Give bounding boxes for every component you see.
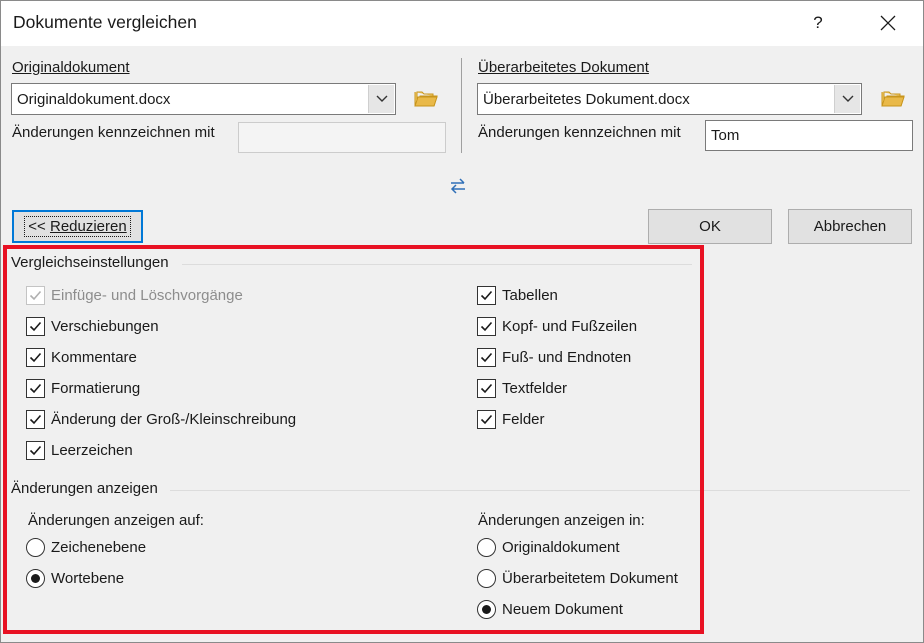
- revised-document-combo[interactable]: Überarbeitetes Dokument.docx: [477, 83, 862, 115]
- chevron-down-icon[interactable]: [368, 85, 394, 113]
- revised-document-value: Überarbeitetes Dokument.docx: [483, 91, 690, 108]
- checkbox-kommentare[interactable]: [26, 348, 45, 367]
- show-changes-target-label: Änderungen anzeigen in:: [478, 512, 645, 529]
- swap-arrows-icon: [450, 178, 465, 194]
- checkmark-icon: [480, 352, 493, 363]
- checkbox-verschiebungen[interactable]: [26, 317, 45, 336]
- checkmark-icon: [29, 445, 42, 456]
- checkbox-label-tabellen: Tabellen: [502, 287, 558, 304]
- checkbox-textfelder[interactable]: [477, 379, 496, 398]
- revised-mark-value: Tom: [711, 127, 740, 144]
- checkbox-leerzeichen[interactable]: [26, 441, 45, 460]
- dialog-title: Dokumente vergleichen: [13, 12, 197, 32]
- checkmark-icon: [480, 414, 493, 425]
- checkbox-tabellen[interactable]: [477, 286, 496, 305]
- help-icon: ?: [813, 13, 823, 32]
- section-divider: [461, 58, 462, 153]
- checkmark-icon: [480, 290, 493, 301]
- close-button[interactable]: [865, 0, 911, 46]
- radio-label-überarbeitetem-dokument: Überarbeitetem Dokument: [502, 570, 678, 587]
- comparison-settings-heading: Vergleichseinstellungen: [11, 254, 169, 271]
- folder-open-icon: [414, 91, 438, 107]
- checkmark-icon: [480, 321, 493, 332]
- revised-browse-button[interactable]: [880, 87, 906, 113]
- help-button[interactable]: ?: [795, 0, 841, 46]
- radio-selected-dot: [31, 574, 40, 583]
- radio-überarbeitetem-dokument[interactable]: [477, 569, 496, 588]
- show-changes-heading: Änderungen anzeigen: [11, 480, 158, 497]
- checkbox-label-kommentare: Kommentare: [51, 349, 137, 366]
- checkbox-label-einfüge-und-löschvorgänge: Einfüge- und Löschvorgänge: [51, 287, 243, 304]
- checkbox-fuß-und-endnoten[interactable]: [477, 348, 496, 367]
- radio-zeichenebene[interactable]: [26, 538, 45, 557]
- checkbox-änderung-der-groß-kleinschreibung[interactable]: [26, 410, 45, 429]
- ok-button[interactable]: OK: [648, 209, 772, 244]
- radio-neuem-dokument[interactable]: [477, 600, 496, 619]
- original-browse-button[interactable]: [413, 87, 439, 113]
- radio-label-originaldokument: Originaldokument: [502, 539, 620, 556]
- settings-heading-rule: [182, 264, 692, 265]
- radio-label-wortebene: Wortebene: [51, 570, 125, 587]
- folder-open-icon: [881, 91, 905, 107]
- radio-label-zeichenebene: Zeichenebene: [51, 539, 147, 556]
- show-changes-level-label: Änderungen anzeigen auf:: [28, 512, 204, 529]
- show-changes-heading-rule: [170, 490, 910, 491]
- checkbox-label-textfelder: Textfelder: [502, 380, 568, 397]
- original-mark-label: Änderungen kennzeichnen mit: [12, 124, 215, 141]
- checkbox-label-fuß-und-endnoten: Fuß- und Endnoten: [502, 349, 632, 366]
- checkmark-icon: [29, 321, 42, 332]
- checkmark-icon: [29, 290, 42, 301]
- radio-selected-dot: [482, 605, 491, 614]
- close-icon: [880, 15, 896, 31]
- revised-mark-field[interactable]: Tom: [705, 120, 913, 151]
- checkbox-kopf-und-fußzeilen[interactable]: [477, 317, 496, 336]
- checkbox-label-kopf-und-fußzeilen: Kopf- und Fußzeilen: [502, 318, 638, 335]
- checkbox-formatierung[interactable]: [26, 379, 45, 398]
- radio-wortebene[interactable]: [26, 569, 45, 588]
- checkbox-label-änderung-der-groß-kleinschreibung: Änderung der Groß-/Kleinschreibung: [51, 411, 297, 428]
- radio-label-neuem-dokument: Neuem Dokument: [502, 601, 623, 618]
- revised-document-label: Überarbeitetes Dokument: [478, 59, 649, 76]
- checkbox-label-formatierung: Formatierung: [51, 380, 141, 397]
- revised-mark-label: Änderungen kennzeichnen mit: [478, 124, 681, 141]
- checkbox-label-leerzeichen: Leerzeichen: [51, 442, 133, 459]
- original-document-value: Originaldokument.docx: [17, 91, 171, 108]
- swap-documents-button[interactable]: [449, 177, 467, 199]
- original-mark-field[interactable]: [238, 122, 446, 153]
- radio-originaldokument[interactable]: [477, 538, 496, 557]
- reduce-button[interactable]: << Reduzieren: [12, 210, 143, 243]
- chevron-down-icon[interactable]: [834, 85, 860, 113]
- checkmark-icon: [480, 383, 493, 394]
- checkbox-einfüge-und-löschvorgänge: [26, 286, 45, 305]
- original-document-label: Originaldokument: [12, 59, 130, 76]
- checkmark-icon: [29, 383, 42, 394]
- checkmark-icon: [29, 352, 42, 363]
- original-document-combo[interactable]: Originaldokument.docx: [11, 83, 396, 115]
- checkbox-label-felder: Felder: [502, 411, 545, 428]
- checkbox-felder[interactable]: [477, 410, 496, 429]
- cancel-button[interactable]: Abbrechen: [788, 209, 912, 244]
- checkmark-icon: [29, 414, 42, 425]
- checkbox-label-verschiebungen: Verschiebungen: [51, 318, 159, 335]
